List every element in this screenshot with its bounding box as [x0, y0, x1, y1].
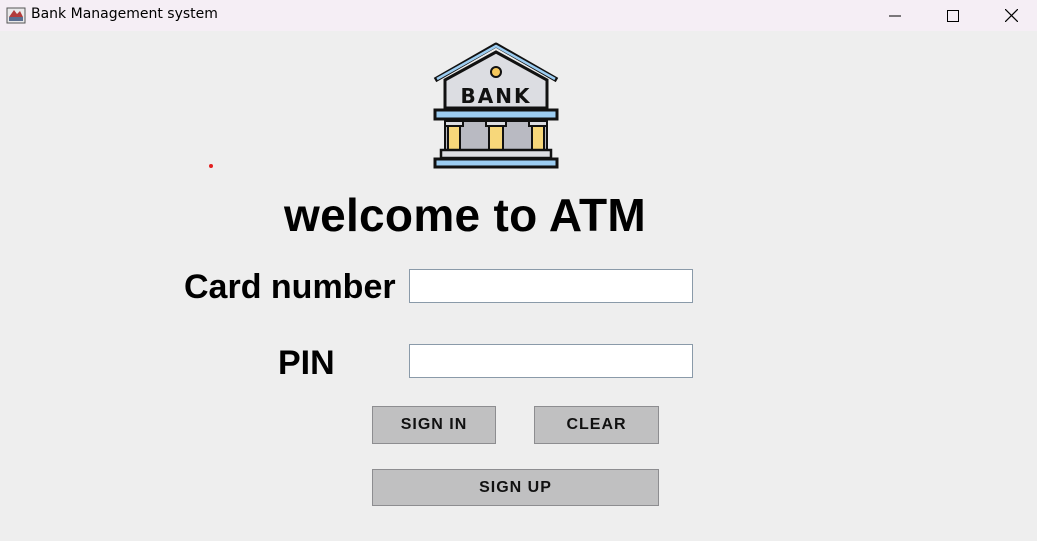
pin-label: PIN [278, 344, 335, 382]
app-window: Bank Management system BANK welcome to A… [0, 0, 1037, 541]
window-title: Bank Management system [31, 6, 218, 22]
bank-logo-text: BANK [461, 84, 532, 108]
card-number-label: Card number [184, 268, 396, 306]
card-number-input[interactable] [409, 269, 693, 303]
red-marker-dot [209, 164, 213, 168]
welcome-heading: welcome to ATM [284, 189, 647, 241]
title-bar[interactable]: Bank Management system [0, 0, 1037, 31]
close-icon [1004, 9, 1018, 22]
clear-button[interactable]: CLEAR [534, 406, 659, 444]
minimize-button[interactable] [866, 0, 924, 31]
sign-in-button[interactable]: SIGN IN [372, 406, 496, 444]
sign-up-button[interactable]: SIGN UP [372, 469, 659, 506]
minimize-icon [889, 15, 901, 16]
pin-input[interactable] [409, 344, 693, 378]
maximize-icon [947, 9, 959, 22]
maximize-button[interactable] [924, 0, 982, 31]
close-button[interactable] [982, 0, 1037, 31]
bank-building-icon: BANK [433, 42, 559, 169]
java-app-icon [6, 7, 26, 24]
